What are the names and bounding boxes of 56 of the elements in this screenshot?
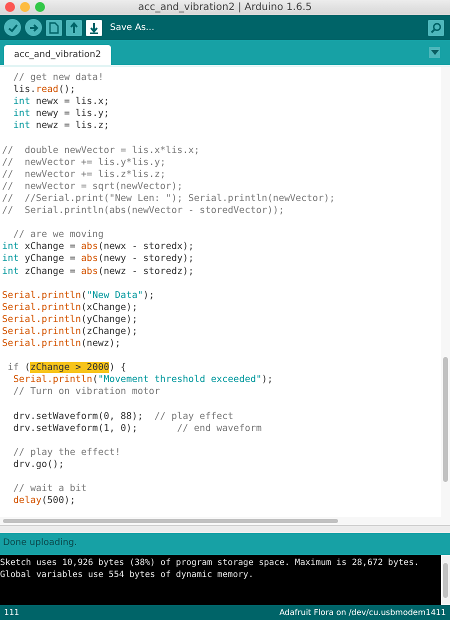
line-number: 111 (4, 608, 20, 617)
right-arrow-icon (28, 22, 40, 34)
code-line: int xChange = abs(newx - storedx); (2, 241, 195, 254)
dropdown-arrow-icon (430, 50, 438, 56)
code-line: // Turn on vibration motor (12, 386, 162, 399)
code-line: if (zChange > 2000) { (6, 362, 128, 374)
verify-button[interactable] (4, 19, 21, 36)
close-window-button[interactable] (5, 2, 15, 12)
checkmark-icon (6, 22, 18, 34)
code-line: // get new data! (12, 72, 105, 84)
code-line: int zChange = abs(newz - storedz); (2, 266, 195, 278)
code-line: Serial.println("New Data"); (2, 290, 156, 302)
code-line: // //Serial.print("New Len: "); Serial.println(newVector); (2, 192, 336, 206)
tab-menu-button[interactable] (429, 47, 440, 58)
down-arrow-icon (89, 22, 99, 34)
code-line: // newVector += lis.y*lis.y; (2, 156, 167, 169)
document-icon (49, 22, 59, 34)
zoom-window-button[interactable] (35, 2, 45, 12)
code-line: delay(500); (12, 495, 76, 508)
code-line: // Serial.println(abs(newVector - storedVector)); (2, 205, 286, 218)
board-port-label: Adafruit Flora on /dev/cu.usbmodem1411 (279, 608, 446, 617)
code-line: // newVector = sqrt(newVector); (2, 180, 184, 193)
new-button[interactable] (46, 20, 62, 36)
sketch-tab[interactable]: acc_and_vibration2 (4, 45, 112, 65)
upload-button[interactable] (25, 19, 42, 36)
code-line: Serial.println(yChange); (2, 314, 138, 326)
console-line: Sketch uses 10,926 bytes (38%) of program storage space. Maximum is 28,672 bytes. (0, 557, 420, 569)
code-line: Serial.println(newz); (2, 338, 122, 350)
console-scrollbar[interactable] (441, 555, 450, 605)
code-line: int newy = lis.y; (12, 108, 110, 120)
vertical-scrollbar[interactable] (441, 67, 450, 517)
code-line: lis.read(); (12, 84, 76, 96)
status-message: Done uploading. (0, 533, 450, 553)
code-line: drv.go(); (12, 459, 66, 472)
save-button[interactable] (86, 20, 102, 36)
code-line: int newx = lis.x; (12, 96, 110, 108)
code-line: Serial.println(xChange); (2, 302, 138, 314)
open-button[interactable] (66, 20, 82, 36)
code-line: Serial.println(zChange); (2, 326, 138, 338)
code-line: // wait a bit (12, 483, 88, 496)
code-line: // newVector += lis.z*lis.z; (2, 168, 167, 181)
code-line: // play the effect! (12, 446, 122, 459)
code-line: drv.setWaveform(0, 88); // play effect (12, 410, 234, 423)
code-line: // are we moving (12, 229, 105, 242)
search-icon (430, 22, 442, 34)
serial-monitor-button[interactable] (428, 20, 444, 36)
code-line: Serial.println("Movement threshold exceeded"); (12, 374, 274, 386)
up-arrow-icon (69, 22, 79, 34)
code-line: int newz = lis.z; (12, 120, 110, 132)
console-line: Global variables use 554 bytes of dynamic memory. (0, 569, 255, 581)
code-line: drv.setWaveform(1, 0); // end waveform (12, 422, 263, 435)
code-line: int yChange = abs(newy - storedy); (2, 253, 195, 266)
window-title: acc_and_vibration2 | Arduino 1.6.5 (138, 2, 312, 13)
toolbar-hint: Save As... (110, 22, 154, 32)
horizontal-scrollbar[interactable] (0, 517, 450, 525)
code-line: // double newVector = lis.x*lis.x; (2, 144, 201, 157)
